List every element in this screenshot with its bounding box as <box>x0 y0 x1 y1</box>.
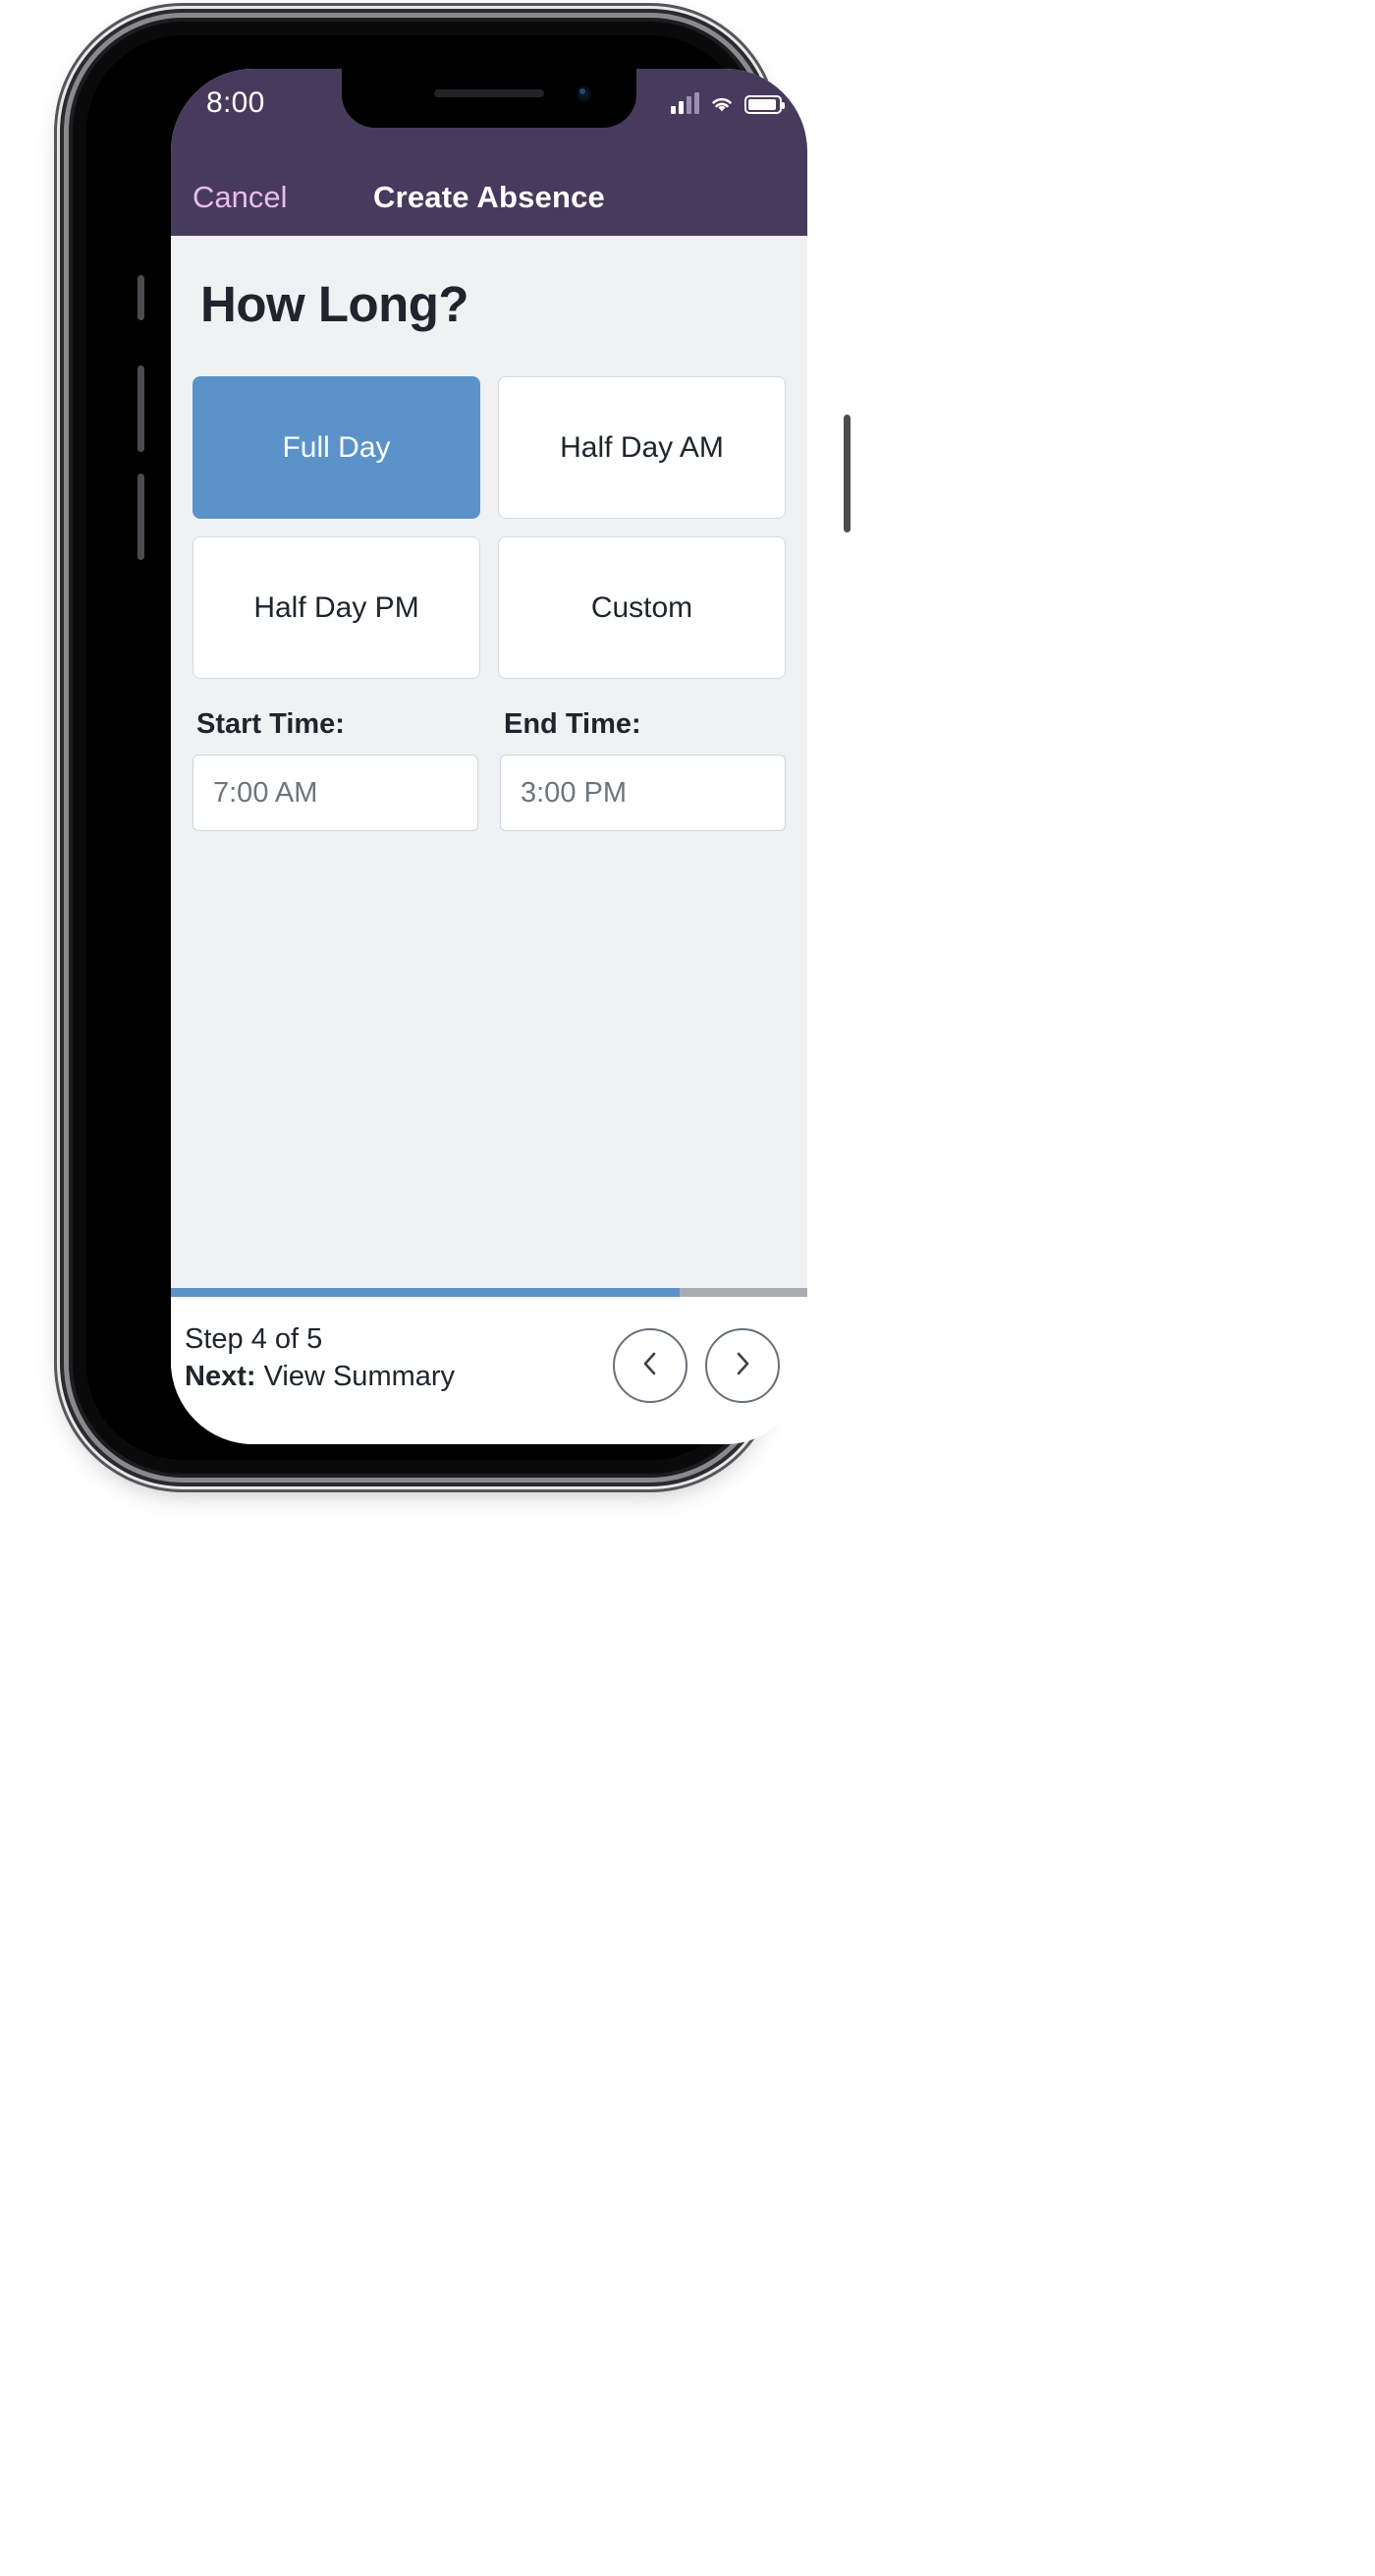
time-fields-section: Start Time: 7:00 AM End Time: 3:00 PM <box>192 708 786 831</box>
volume-down-button[interactable] <box>138 474 144 560</box>
cellular-signal-icon <box>671 92 699 114</box>
status-bar: 8:00 <box>171 69 807 159</box>
end-time-value: 3:00 PM <box>521 776 627 809</box>
next-step-button[interactable] <box>705 1328 780 1403</box>
phone-device-frame: 8:00 Cancel Create Absence How Long? Ful… <box>73 22 851 1474</box>
duration-option-label: Full Day <box>282 430 391 464</box>
chevron-left-icon <box>637 1349 663 1383</box>
next-step-text: Next: View Summary <box>185 1358 455 1395</box>
duration-option-label: Half Day AM <box>560 430 724 464</box>
duration-option-half-day-am[interactable]: Half Day AM <box>498 376 786 519</box>
duration-option-half-day-pm[interactable]: Half Day PM <box>192 536 480 679</box>
next-step-prefix: Next: <box>185 1361 256 1393</box>
status-bar-indicators <box>671 92 785 114</box>
start-time-group: Start Time: 7:00 AM <box>192 708 478 831</box>
chevron-right-icon <box>730 1349 755 1383</box>
silent-switch[interactable] <box>138 275 144 320</box>
volume-up-button[interactable] <box>138 365 144 452</box>
power-button[interactable] <box>844 415 851 532</box>
duration-option-label: Custom <box>590 590 693 624</box>
phone-screen: 8:00 Cancel Create Absence How Long? Ful… <box>171 69 807 1444</box>
wizard-step-info: Step 4 of 5 Next: View Summary <box>185 1320 455 1396</box>
duration-option-grid: Full Day Half Day AM Half Day PM Custom <box>192 376 786 679</box>
wifi-icon <box>709 94 735 114</box>
start-time-value: 7:00 AM <box>213 776 318 809</box>
next-step-label: View Summary <box>263 1361 456 1393</box>
wizard-progress-bar <box>171 1288 807 1297</box>
end-time-input[interactable]: 3:00 PM <box>500 755 786 831</box>
end-time-group: End Time: 3:00 PM <box>500 708 786 831</box>
start-time-label: Start Time: <box>196 708 345 740</box>
wizard-progress-fill <box>171 1288 681 1297</box>
cancel-button[interactable]: Cancel <box>192 180 288 215</box>
battery-icon <box>744 95 785 114</box>
duration-option-custom[interactable]: Custom <box>498 536 786 679</box>
previous-step-button[interactable] <box>613 1328 688 1403</box>
screenshot-stage: 8:00 Cancel Create Absence How Long? Ful… <box>0 0 1375 2576</box>
step-counter-text: Step 4 of 5 <box>185 1323 323 1355</box>
main-content: How Long? Full Day Half Day AM Half Day … <box>171 236 807 1288</box>
earpiece-speaker-icon <box>434 89 544 97</box>
status-bar-time: 8:00 <box>206 86 265 119</box>
start-time-input[interactable]: 7:00 AM <box>192 755 478 831</box>
end-time-label: End Time: <box>504 708 641 740</box>
page-title: How Long? <box>200 276 469 332</box>
duration-option-label: Half Day PM <box>253 590 419 624</box>
duration-option-full-day[interactable]: Full Day <box>192 376 480 519</box>
wizard-nav-buttons <box>613 1320 780 1403</box>
wizard-footer: Step 4 of 5 Next: View Summary <box>171 1297 807 1444</box>
device-notch <box>342 69 636 128</box>
app-navigation-bar: Cancel Create Absence <box>171 159 807 236</box>
front-camera-icon <box>577 86 591 101</box>
